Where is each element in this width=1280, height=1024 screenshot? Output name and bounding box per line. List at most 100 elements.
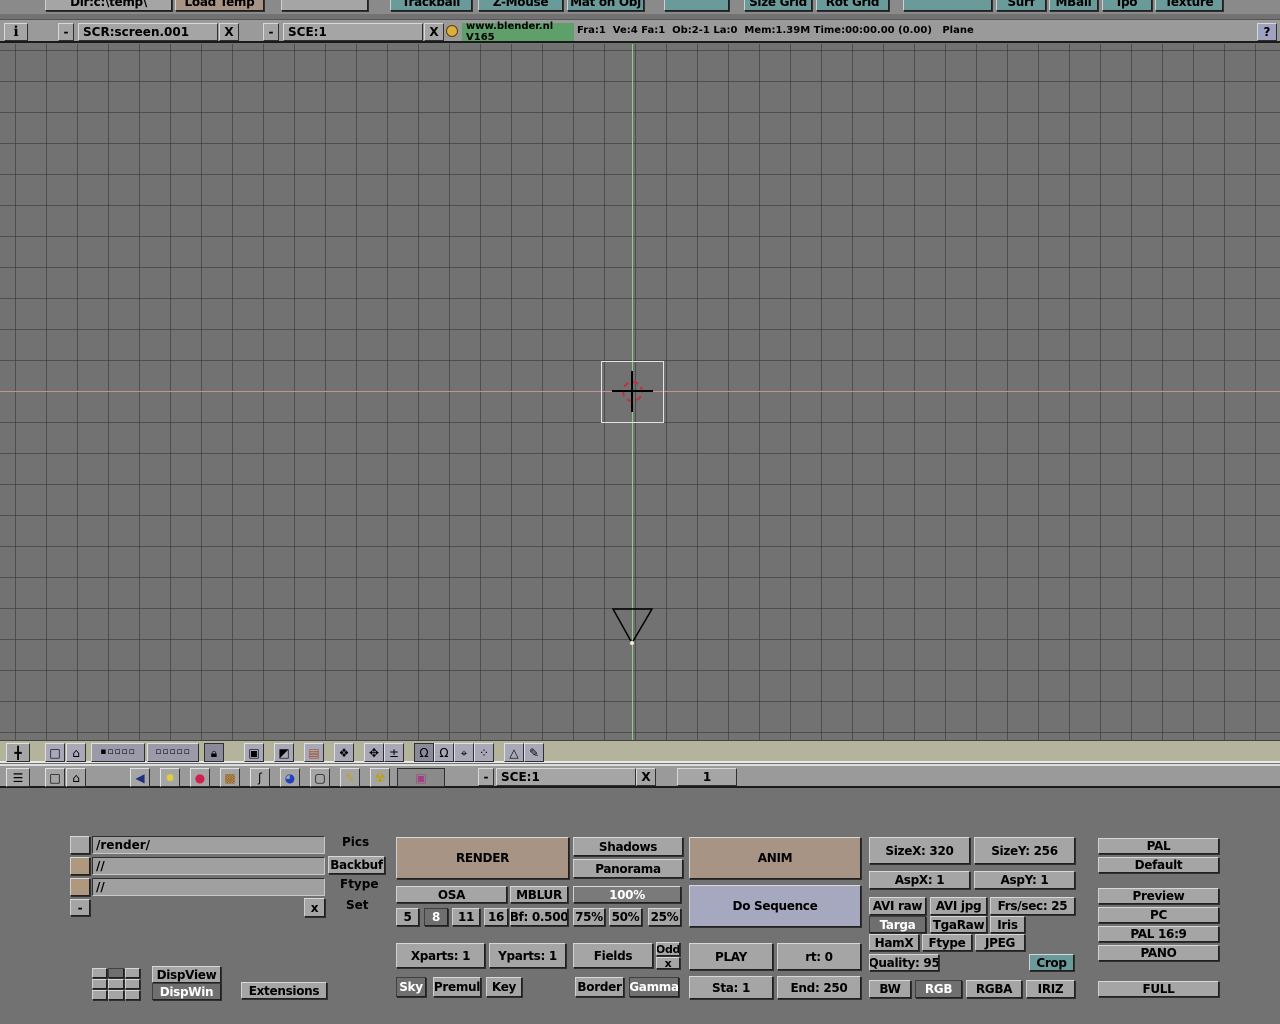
iris-button[interactable]: Iris	[990, 916, 1025, 933]
layer-buttons-2[interactable]: ▫▫▫▫▫	[147, 743, 199, 762]
surf-button[interactable]: Surf	[996, 0, 1046, 11]
info-window-type-menu[interactable]: ℹ	[4, 23, 28, 41]
local-view-button[interactable]: ❖	[334, 743, 354, 762]
quality-field[interactable]: Quality: 95	[869, 954, 939, 971]
view-buttons-tab[interactable]: ◀	[130, 768, 150, 787]
position-cell[interactable]	[124, 968, 140, 978]
trackball-button[interactable]: Trackball	[390, 0, 472, 11]
backbuf-path-field[interactable]: //	[92, 857, 325, 875]
edit-buttons-tab[interactable]: ▢	[310, 768, 330, 787]
preset-pc-button[interactable]: PC	[1098, 907, 1219, 923]
jpeg-button[interactable]: JPEG	[975, 934, 1025, 951]
odd-toggle[interactable]: Odd	[656, 942, 680, 956]
osa-toggle[interactable]: OSA	[396, 886, 507, 903]
rot-grid-button[interactable]: Rot Grid	[816, 0, 889, 11]
camera-icon[interactable]	[610, 607, 656, 647]
size-grid-button[interactable]: Size Grid	[744, 0, 812, 11]
layer-buttons-1[interactable]: ▪▫▫▫▫	[91, 743, 145, 762]
border-toggle[interactable]: Border	[575, 977, 624, 997]
ftype-button[interactable]: Ftype	[922, 934, 972, 951]
preset-pal-button[interactable]: PAL	[1098, 838, 1219, 854]
rgb-button[interactable]: RGB	[915, 980, 962, 998]
ipo-button[interactable]: Ipo	[1102, 0, 1152, 11]
aspect-y-field[interactable]: AspY: 1	[974, 871, 1075, 889]
position-cell[interactable]	[108, 968, 124, 978]
shadows-toggle[interactable]: Shadows	[573, 837, 683, 856]
full-window-button-2[interactable]: □	[45, 768, 65, 787]
pics-path-field[interactable]: /render/	[92, 836, 325, 854]
view-mode-button[interactable]: ▣	[244, 743, 264, 762]
xparts-field[interactable]: Xparts: 1	[396, 943, 485, 968]
paint-buttons-tab[interactable]: ✎	[340, 768, 360, 787]
preset-default-button[interactable]: Default	[1098, 857, 1219, 873]
position-cell[interactable]	[92, 979, 108, 989]
targa-button[interactable]: Targa	[869, 916, 926, 933]
size-x-field[interactable]: SizeX: 320	[869, 837, 970, 864]
bw-button[interactable]: BW	[869, 980, 911, 998]
set-minus-button[interactable]: -	[70, 899, 90, 916]
proportional-edit-button[interactable]: Ω	[414, 743, 434, 762]
scene-close-button[interactable]: X	[424, 23, 444, 41]
start-frame-field[interactable]: Sta: 1	[689, 976, 773, 999]
render-opengl-button[interactable]: △	[504, 743, 524, 762]
do-sequence-toggle[interactable]: Do Sequence	[689, 885, 861, 927]
render-button[interactable]: RENDER	[396, 837, 569, 879]
pivot-button[interactable]: ▤	[304, 743, 324, 762]
preset-preview-button[interactable]: Preview	[1098, 888, 1219, 904]
screen-name-field[interactable]: SCR:screen.001	[78, 23, 218, 41]
mball-button[interactable]: MBall	[1049, 0, 1098, 11]
render-window-position-grid[interactable]	[92, 968, 140, 1000]
size-50-percent-button[interactable]: 50%	[609, 908, 642, 926]
lock-layer-button[interactable]: 🔒︎	[204, 743, 224, 762]
help-button[interactable]: ?	[1257, 23, 1277, 41]
extensions-button[interactable]: Extensions	[241, 982, 327, 999]
buttons-window-type-menu[interactable]: ☰	[6, 768, 30, 787]
size-100-percent-button[interactable]: 100%	[573, 886, 681, 903]
z-mouse-button[interactable]: Z-Mouse	[478, 0, 563, 11]
size-75-percent-button[interactable]: 75%	[573, 908, 605, 926]
position-cell[interactable]	[124, 979, 140, 989]
animation-buttons-tab[interactable]: ʃ	[250, 768, 270, 787]
3d-viewport[interactable]	[0, 44, 1280, 740]
render-buttons-tab[interactable]: ▣	[397, 768, 445, 787]
radiosity-buttons-tab[interactable]: ☢	[370, 768, 390, 787]
scatter-button[interactable]: ⁘	[474, 743, 494, 762]
blur-factor-field[interactable]: Bf: 0.500	[510, 908, 568, 926]
iriz-button[interactable]: IRIZ	[1026, 980, 1075, 998]
preset-pano-button[interactable]: PANO	[1098, 945, 1219, 961]
avi-jpg-button[interactable]: AVI jpg	[930, 897, 987, 915]
connected-button[interactable]: Ω	[434, 743, 454, 762]
blank-teal-button-2[interactable]	[903, 0, 992, 11]
preset-pal-16-9-button[interactable]: PAL 16:9	[1098, 926, 1219, 942]
osa-8-button[interactable]: 8	[424, 908, 448, 926]
screen-delete-minus-button[interactable]: -	[58, 23, 74, 41]
material-buttons-tab[interactable]: ●	[190, 768, 210, 787]
scene-name-field-2[interactable]: SCE:1	[496, 768, 636, 786]
texture-buttons-tab[interactable]: ▩	[220, 768, 240, 787]
osa-16-button[interactable]: 16	[484, 908, 508, 926]
scene-minus-button[interactable]: -	[263, 23, 279, 41]
grab-button[interactable]: ✥	[364, 743, 384, 762]
view-type-menu[interactable]: ╋	[6, 743, 30, 762]
premul-toggle[interactable]: Premul	[433, 977, 481, 997]
ftype-file-browse-button[interactable]	[70, 878, 90, 896]
position-cell[interactable]	[92, 968, 108, 978]
crop-toggle[interactable]: Crop	[1029, 954, 1074, 971]
play-button[interactable]: PLAY	[689, 943, 773, 970]
ftype-path-field[interactable]: //	[92, 878, 325, 896]
dispview-button[interactable]: DispView	[152, 966, 221, 983]
scene-name-field[interactable]: SCE:1	[283, 23, 423, 41]
aspect-x-field[interactable]: AspX: 1	[869, 871, 970, 889]
frames-per-second-field[interactable]: Frs/sec: 25	[990, 897, 1075, 915]
sky-toggle[interactable]: Sky	[396, 977, 426, 997]
position-cell[interactable]	[92, 990, 108, 1000]
texture-button[interactable]: Texture	[1155, 0, 1223, 11]
home-button[interactable]: ⌂	[66, 743, 86, 762]
preset-full-button[interactable]: FULL	[1098, 981, 1219, 997]
lamp-buttons-tab[interactable]: ✹	[160, 768, 180, 787]
scene-minus-button-2[interactable]: -	[478, 768, 494, 786]
snap-button[interactable]: ⌖	[454, 743, 474, 762]
world-buttons-tab[interactable]: ◕	[280, 768, 300, 787]
key-toggle[interactable]: Key	[486, 977, 522, 997]
load-temp-button[interactable]: Load Temp	[175, 0, 264, 11]
